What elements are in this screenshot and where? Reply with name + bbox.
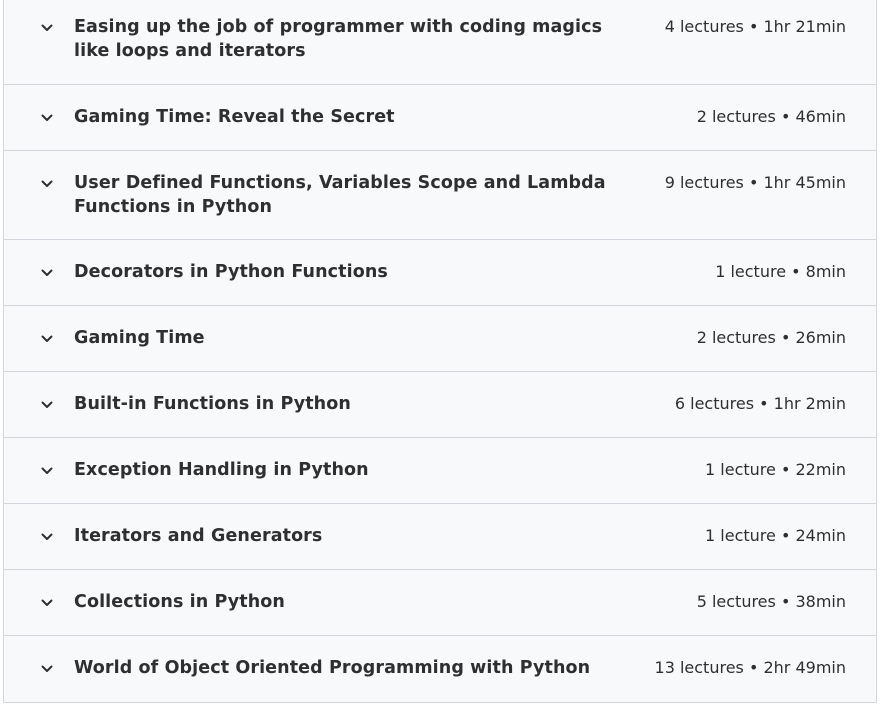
section-panel-1[interactable]: Easing up the job of programmer with cod… — [4, 0, 876, 84]
chevron-down-icon[interactable] — [40, 266, 54, 280]
section-title[interactable]: Decorators in Python Functions — [74, 260, 634, 284]
section-title[interactable]: Exception Handling in Python — [74, 458, 634, 482]
section-panel-9[interactable]: Collections in Python 5 lectures • 38min — [4, 569, 876, 635]
section-panel-4[interactable]: Decorators in Python Functions 1 lecture… — [4, 239, 876, 305]
course-curriculum: Easing up the job of programmer with cod… — [3, 0, 877, 703]
chevron-down-icon[interactable] — [40, 177, 54, 191]
section-meta: 4 lectures • 1hr 21min — [664, 17, 846, 36]
chevron-down-icon[interactable] — [40, 111, 54, 125]
chevron-down-icon[interactable] — [40, 398, 54, 412]
section-meta: 13 lectures • 2hr 49min — [654, 658, 846, 677]
section-title[interactable]: Easing up the job of programmer with cod… — [74, 15, 634, 63]
section-panel-8[interactable]: Iterators and Generators 1 lecture • 24m… — [4, 503, 876, 569]
section-meta: 1 lecture • 8min — [715, 262, 846, 281]
chevron-down-icon[interactable] — [40, 596, 54, 610]
section-panel-5[interactable]: Gaming Time 2 lectures • 26min — [4, 305, 876, 371]
section-meta: 1 lecture • 22min — [705, 460, 846, 479]
section-title[interactable]: Gaming Time: Reveal the Secret — [74, 105, 634, 129]
section-title[interactable]: User Defined Functions, Variables Scope … — [74, 171, 634, 219]
section-panel-7[interactable]: Exception Handling in Python 1 lecture •… — [4, 437, 876, 503]
chevron-down-icon[interactable] — [40, 530, 54, 544]
chevron-down-icon[interactable] — [40, 21, 54, 35]
section-meta: 6 lectures • 1hr 2min — [674, 394, 846, 413]
section-panel-6[interactable]: Built-in Functions in Python 6 lectures … — [4, 371, 876, 437]
chevron-down-icon[interactable] — [40, 332, 54, 346]
section-title[interactable]: Iterators and Generators — [74, 524, 634, 548]
section-panel-10[interactable]: World of Object Oriented Programming wit… — [4, 635, 876, 702]
section-title[interactable]: World of Object Oriented Programming wit… — [74, 656, 634, 680]
section-meta: 9 lectures • 1hr 45min — [664, 173, 846, 192]
section-meta: 2 lectures • 46min — [696, 107, 846, 126]
section-meta: 1 lecture • 24min — [705, 526, 846, 545]
chevron-down-icon[interactable] — [40, 662, 54, 676]
section-panel-2[interactable]: Gaming Time: Reveal the Secret 2 lecture… — [4, 84, 876, 150]
section-title[interactable]: Gaming Time — [74, 326, 634, 350]
section-title[interactable]: Built-in Functions in Python — [74, 392, 634, 416]
section-meta: 5 lectures • 38min — [696, 592, 846, 611]
section-title[interactable]: Collections in Python — [74, 590, 634, 614]
section-panel-3[interactable]: User Defined Functions, Variables Scope … — [4, 150, 876, 239]
section-meta: 2 lectures • 26min — [696, 328, 846, 347]
chevron-down-icon[interactable] — [40, 464, 54, 478]
